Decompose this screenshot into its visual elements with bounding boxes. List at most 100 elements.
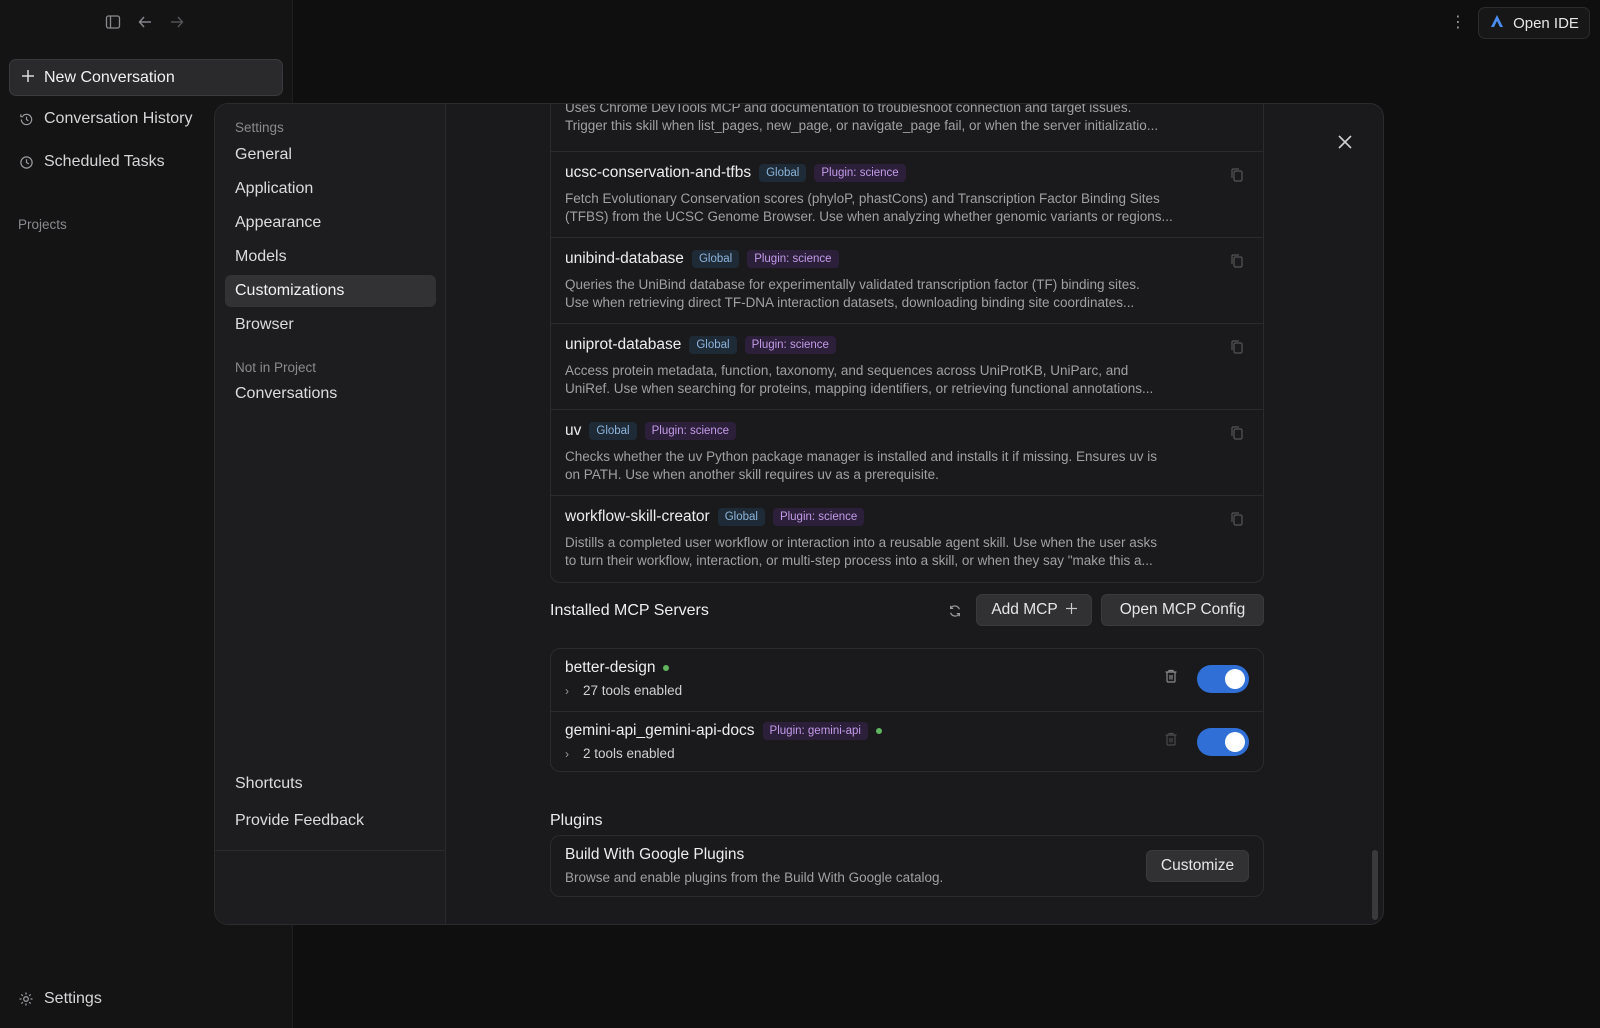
mcp-enable-toggle[interactable] — [1197, 728, 1249, 756]
conversation-history-item[interactable]: Conversation History — [18, 110, 193, 128]
skill-name: workflow-skill-creator — [565, 508, 710, 525]
plugin-badge: Plugin: science — [772, 508, 865, 526]
skill-description: Distills a completed user workflow or in… — [565, 535, 1158, 568]
list-item[interactable]: ucsc-conservation-and-tfbs Global Plugin… — [551, 151, 1263, 237]
plugin-badge: Plugin: science — [747, 250, 839, 268]
mcp-server-name: gemini-api_gemini-api-docs — [565, 722, 755, 739]
skill-description: Queries the UniBind database for experim… — [565, 277, 1140, 310]
copy-icon[interactable] — [1231, 426, 1245, 440]
settings-nav-conversations[interactable]: Conversations — [225, 378, 436, 410]
skill-description: Uses Chrome DevTools MCP and documentati… — [565, 103, 1159, 133]
plugin-badge: Plugin: science — [814, 164, 906, 182]
list-item[interactable]: uniprot-database Global Plugin: science … — [551, 323, 1263, 409]
mcp-enable-toggle[interactable] — [1197, 665, 1249, 693]
settings-nav-browser[interactable]: Browser — [225, 309, 436, 341]
scope-badge: Global — [689, 336, 737, 354]
skill-name: ucsc-conservation-and-tfbs — [565, 164, 752, 181]
gear-icon — [18, 991, 34, 1007]
skill-name: uniprot-database — [565, 336, 682, 353]
list-item[interactable]: workflow-skill-creator Global Plugin: sc… — [551, 495, 1263, 581]
nav-divider — [215, 850, 446, 851]
scrollbar-thumb[interactable] — [1372, 850, 1378, 920]
chevron-right-icon: › — [565, 746, 569, 761]
list-item[interactable]: Uses Chrome DevTools MCP and documentati… — [551, 103, 1263, 151]
forward-arrow-icon[interactable] — [168, 12, 186, 32]
scope-badge: Global — [759, 164, 807, 182]
refresh-icon[interactable] — [946, 602, 964, 620]
chevron-right-icon: › — [565, 683, 569, 698]
scope-badge: Global — [717, 508, 765, 526]
plugin-badge: Plugin: science — [644, 422, 736, 440]
mcp-server-row: gemini-api_gemini-api-docs Plugin: gemin… — [551, 711, 1263, 773]
skills-list: Uses Chrome DevTools MCP and documentati… — [550, 103, 1264, 583]
skill-description: Fetch Evolutionary Conservation scores (… — [565, 191, 1173, 224]
window-controls — [104, 12, 186, 32]
open-mcp-config-button[interactable]: Open MCP Config — [1101, 594, 1264, 626]
sidebar-toggle-icon[interactable] — [104, 12, 122, 32]
open-ide-button[interactable]: Open IDE — [1478, 7, 1590, 39]
settings-nav-customizations[interactable]: Customizations — [225, 275, 436, 307]
mcp-server-name: better-design — [565, 659, 656, 676]
add-mcp-label: Add MCP — [991, 601, 1058, 618]
tools-count: 2 tools enabled — [583, 746, 675, 761]
settings-nav-application[interactable]: Application — [225, 173, 436, 205]
mcp-server-list: better-design › 27 tools enabled gemini-… — [550, 648, 1264, 772]
settings-group-label: Settings — [235, 120, 284, 135]
history-icon — [18, 111, 34, 127]
settings-nav: Settings General Application Appearance … — [215, 104, 446, 924]
mcp-section-title: Installed MCP Servers — [550, 602, 709, 619]
tools-expander[interactable]: › 2 tools enabled — [565, 746, 1249, 761]
close-icon[interactable] — [1333, 130, 1357, 154]
copy-icon[interactable] — [1231, 254, 1245, 268]
open-ide-label: Open IDE — [1513, 14, 1579, 32]
plugin-card: Build With Google Plugins Browse and ena… — [550, 835, 1264, 897]
settings-dialog: Settings General Application Appearance … — [214, 103, 1384, 925]
plugins-section-title: Plugins — [550, 812, 603, 829]
customize-button[interactable]: Customize — [1146, 850, 1249, 882]
new-conversation-button[interactable]: New Conversation — [9, 59, 283, 96]
skill-description: Checks whether the uv Python package man… — [565, 449, 1158, 482]
settings-nav-provide-feedback[interactable]: Provide Feedback — [225, 805, 436, 837]
conversation-history-label: Conversation History — [44, 110, 193, 127]
list-item[interactable]: uv Global Plugin: science Checks whether… — [551, 409, 1263, 495]
clock-icon — [18, 154, 34, 170]
copy-icon[interactable] — [1231, 512, 1245, 526]
copy-icon[interactable] — [1231, 340, 1245, 354]
add-mcp-button[interactable]: Add MCP — [976, 594, 1092, 626]
plugin-badge: Plugin: gemini-api — [762, 722, 868, 740]
settings-label: Settings — [44, 990, 102, 1007]
status-dot — [663, 665, 670, 671]
more-options-icon[interactable]: ⋮ — [1450, 12, 1466, 32]
plus-icon — [22, 69, 34, 87]
status-dot — [875, 728, 882, 734]
scope-badge: Global — [589, 422, 637, 440]
settings-nav-appearance[interactable]: Appearance — [225, 207, 436, 239]
toggle-knob — [1225, 732, 1245, 752]
customize-label: Customize — [1160, 857, 1235, 874]
toggle-knob — [1225, 669, 1245, 689]
settings-nav-models[interactable]: Models — [225, 241, 436, 273]
projects-heading: Projects — [18, 217, 67, 232]
back-arrow-icon[interactable] — [136, 12, 154, 32]
plugin-badge: Plugin: science — [744, 336, 836, 354]
tools-expander[interactable]: › 27 tools enabled — [565, 683, 1249, 698]
skill-name: unibind-database — [565, 250, 684, 267]
trash-icon[interactable] — [1165, 669, 1179, 685]
plus-icon — [1065, 601, 1077, 619]
open-mcp-config-label: Open MCP Config — [1119, 601, 1246, 618]
scheduled-tasks-item[interactable]: Scheduled Tasks — [18, 153, 165, 171]
trash-icon — [1165, 732, 1179, 748]
scheduled-tasks-label: Scheduled Tasks — [44, 153, 165, 170]
copy-icon[interactable] — [1231, 168, 1245, 182]
settings-nav-shortcuts[interactable]: Shortcuts — [225, 768, 436, 800]
not-in-project-label: Not in Project — [235, 360, 317, 375]
settings-item[interactable]: Settings — [18, 990, 102, 1008]
ide-logo-icon — [1489, 13, 1505, 33]
list-item[interactable]: unibind-database Global Plugin: science … — [551, 237, 1263, 323]
skill-name: uv — [565, 422, 582, 439]
tools-count: 27 tools enabled — [583, 683, 683, 698]
scope-badge: Global — [691, 250, 740, 268]
settings-nav-general[interactable]: General — [225, 139, 436, 171]
mcp-server-row: better-design › 27 tools enabled — [551, 649, 1263, 711]
skill-description: Access protein metadata, function, taxon… — [565, 363, 1154, 396]
